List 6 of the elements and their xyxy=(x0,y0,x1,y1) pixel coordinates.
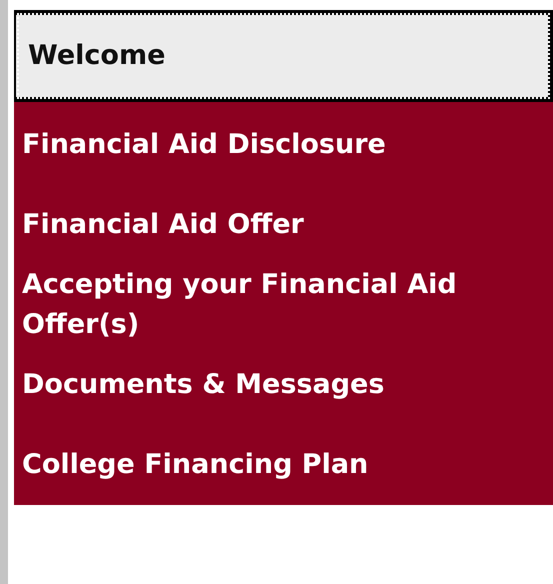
menu-item[interactable]: Welcome xyxy=(14,10,553,102)
menu-item[interactable]: Accepting your Financial Aid Offer(s) xyxy=(14,265,553,345)
menu-item[interactable]: College Financing Plan xyxy=(14,425,553,505)
menu-item[interactable]: Financial Aid Disclosure xyxy=(14,105,553,185)
menu-item[interactable]: Financial Aid Offer xyxy=(14,185,553,265)
menu-item[interactable]: Documents & Messages xyxy=(14,345,553,425)
